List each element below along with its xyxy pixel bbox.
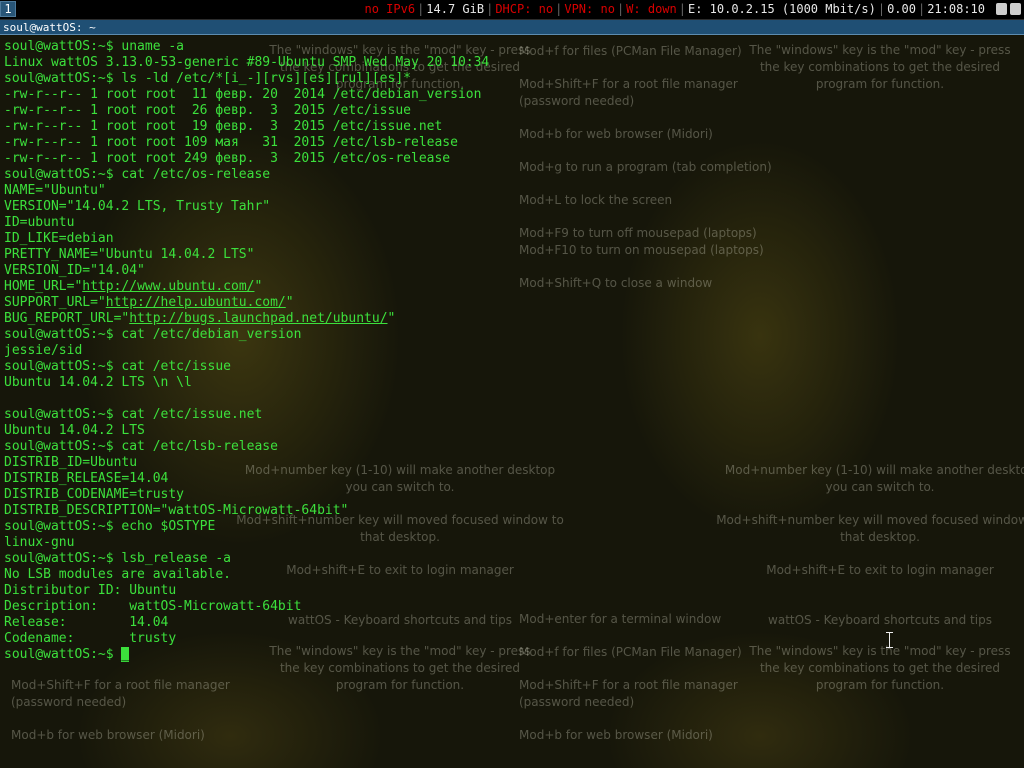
network-tray-icon[interactable] [996, 3, 1007, 15]
terminal-line: soul@wattOS:~$ lsb_release -a [4, 551, 231, 566]
terminal-line: soul@wattOS:~$ cat /etc/os-release [4, 167, 271, 182]
window-title: soul@wattOS: ~ [3, 21, 96, 34]
terminal-line: ID=ubuntu [4, 215, 75, 230]
ethernet-status: E: 10.0.2.15 (1000 Mbit/s) [687, 2, 876, 16]
terminal-output[interactable]: soul@wattOS:~$ uname -a Linux wattOS 3.1… [0, 36, 1024, 768]
home-url-link[interactable]: http://www.ubuntu.com/ [82, 279, 254, 294]
terminal-line: NAME="Ubuntu" [4, 183, 106, 198]
terminal-line: DISTRIB_CODENAME=trusty [4, 487, 185, 502]
terminal-line: soul@wattOS:~$ ls -ld /etc/*[i_-][rvs][e… [4, 71, 411, 86]
clock: 21:08:10 [927, 2, 985, 16]
terminal-line: Distributor ID: Ubuntu [4, 583, 177, 598]
terminal-line: -rw-r--r-- 1 root root 19 февр. 3 2015 /… [4, 119, 443, 134]
terminal-line: soul@wattOS:~$ cat /etc/issue.net [4, 407, 263, 422]
terminal-line: -rw-r--r-- 1 root root 26 февр. 3 2015 /… [4, 103, 411, 118]
terminal-line: No LSB modules are available. [4, 567, 231, 582]
terminal-line: Ubuntu 14.04.2 LTS [4, 423, 145, 438]
terminal-line: soul@wattOS:~$ echo $OSTYPE [4, 519, 216, 534]
bug-report-url-link[interactable]: http://bugs.launchpad.net/ubuntu/ [129, 311, 387, 326]
terminal-line-home-url: HOME_URL="http://www.ubuntu.com/" [4, 279, 263, 294]
terminal-line: linux-gnu [4, 535, 75, 550]
terminal-line: VERSION="14.04.2 LTS, Trusty Tahr" [4, 199, 271, 214]
terminal-line-support-url: SUPPORT_URL="http://help.ubuntu.com/" [4, 295, 294, 310]
terminal-line: soul@wattOS:~$ cat /etc/issue [4, 359, 231, 374]
terminal-line: Linux wattOS 3.13.0-53-generic #89-Ubunt… [4, 55, 490, 70]
terminal-line: Release: 14.04 [4, 615, 169, 630]
terminal-prompt-line[interactable]: soul@wattOS:~$ _ [4, 647, 1024, 663]
terminal-line-bug-url: BUG_REPORT_URL="http://bugs.launchpad.ne… [4, 311, 396, 326]
workspace-button[interactable]: 1 [0, 1, 16, 17]
terminal-line: jessie/sid [4, 343, 83, 358]
terminal-line: Ubuntu 14.04.2 LTS \n \l [4, 375, 192, 390]
terminal-line: DISTRIB_ID=Ubuntu [4, 455, 138, 470]
vpn-status: VPN: no [564, 2, 615, 16]
terminal-line: Description: wattOS-Microwatt-64bit [4, 599, 302, 614]
terminal-line: soul@wattOS:~$ cat /etc/lsb-release [4, 439, 278, 454]
terminal-line: PRETTY_NAME="Ubuntu 14.04.2 LTS" [4, 247, 255, 262]
wireless-status: W: down [626, 2, 677, 16]
text-cursor: _ [121, 647, 130, 662]
terminal-line: ID_LIKE=debian [4, 231, 114, 246]
status-items: no IPv6 | 14.7 GiB | DHCP: no | VPN: no | W: dow… [364, 2, 985, 16]
support-url-link[interactable]: http://help.ubuntu.com/ [106, 295, 286, 310]
mouse-ibeam-cursor-icon [885, 632, 894, 648]
terminal-line: -rw-r--r-- 1 root root 11 февр. 20 2014 … [4, 87, 482, 102]
terminal-line: soul@wattOS:~$ cat /etc/debian_version [4, 327, 302, 342]
terminal-line: -rw-r--r-- 1 root root 249 февр. 3 2015 … [4, 151, 451, 166]
status-bar: 1 no IPv6 | 14.7 GiB | DHCP: no | VPN: no | W: d… [0, 0, 1024, 20]
terminal-line: Codename: trusty [4, 631, 177, 646]
terminal-line: -rw-r--r-- 1 root root 109 мая 31 2015 /… [4, 135, 458, 150]
window-title-bar[interactable]: soul@wattOS: ~ [0, 20, 1024, 35]
dhcp-status: DHCP: no [495, 2, 554, 16]
terminal-line: DISTRIB_RELEASE=14.04 [4, 471, 169, 486]
disk-status: 14.7 GiB [426, 2, 485, 16]
load-status: 0.00 [887, 2, 916, 16]
ipv6-status: no IPv6 [364, 2, 416, 16]
terminal-line: DISTRIB_DESCRIPTION="wattOS-Microwatt-64… [4, 503, 349, 518]
terminal-line: soul@wattOS:~$ uname -a [4, 39, 185, 54]
terminal-line: VERSION_ID="14.04" [4, 263, 145, 278]
volume-tray-icon[interactable] [1010, 3, 1021, 15]
